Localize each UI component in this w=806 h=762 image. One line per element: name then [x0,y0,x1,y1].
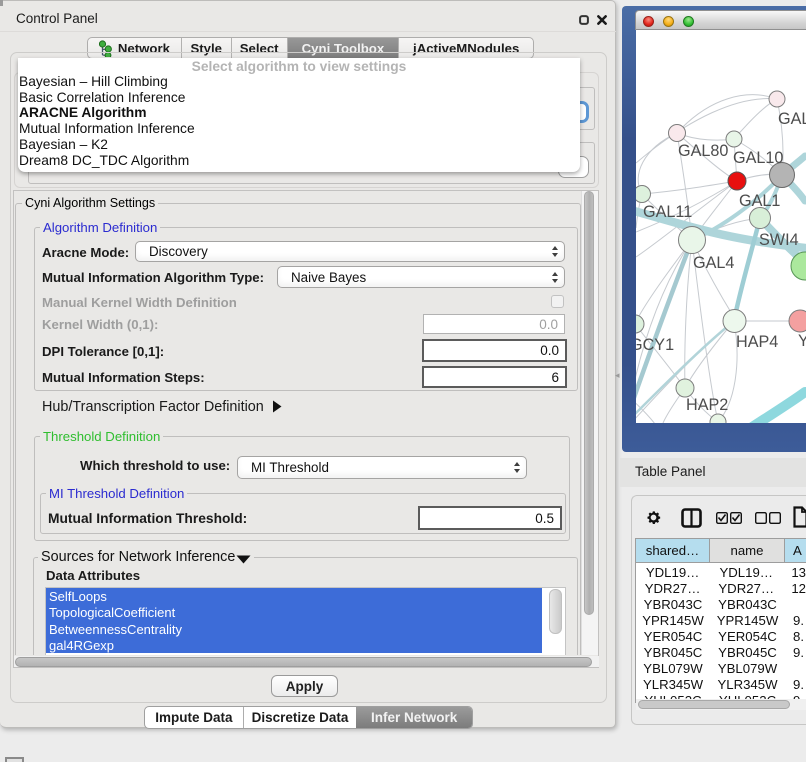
svg-text:Y: Y [798,332,806,350]
svg-text:GCY1: GCY1 [636,336,674,354]
svg-text:GAL10: GAL10 [733,149,783,167]
svg-text:GAL80: GAL80 [678,142,728,160]
svg-text:GAL11: GAL11 [643,203,692,221]
svg-text:GAL4: GAL4 [693,254,734,272]
svg-text:HAP2: HAP2 [686,396,728,414]
svg-text:GAL7: GAL7 [778,110,806,128]
svg-text:GAL1: GAL1 [739,192,780,210]
svg-text:SWI4: SWI4 [759,231,799,249]
svg-text:HAP4: HAP4 [736,333,778,351]
